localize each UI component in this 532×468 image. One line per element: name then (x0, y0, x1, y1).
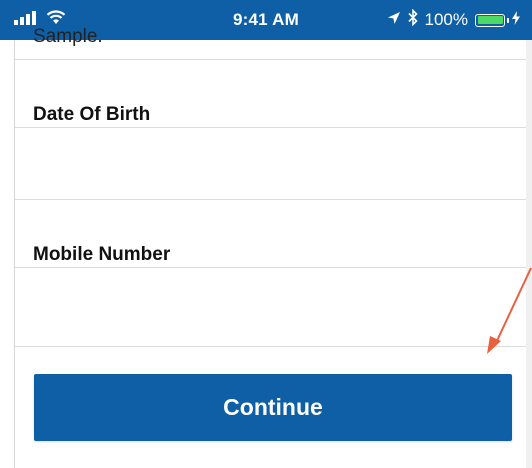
divider (15, 59, 532, 60)
battery-icon (475, 13, 509, 27)
divider (15, 346, 532, 347)
charging-icon (512, 10, 520, 30)
mobile-number-label: Mobile Number (33, 244, 171, 265)
scroll-edge (526, 40, 532, 468)
form-container: Sample. Date Of Birth Mobile Number Cont… (14, 26, 532, 468)
location-icon (387, 10, 401, 30)
date-of-birth-field[interactable] (15, 128, 515, 199)
battery-fill (477, 16, 503, 24)
battery-tip (506, 17, 509, 23)
continue-button[interactable]: Continue (34, 374, 512, 441)
divider (15, 199, 532, 200)
status-right: 100% (387, 8, 520, 31)
date-of-birth-label: Date Of Birth (33, 104, 151, 125)
mobile-number-field[interactable] (15, 268, 515, 346)
battery-percent: 100% (424, 10, 468, 29)
bluetooth-icon (407, 8, 418, 31)
previous-field-value: Sample. (33, 26, 103, 47)
